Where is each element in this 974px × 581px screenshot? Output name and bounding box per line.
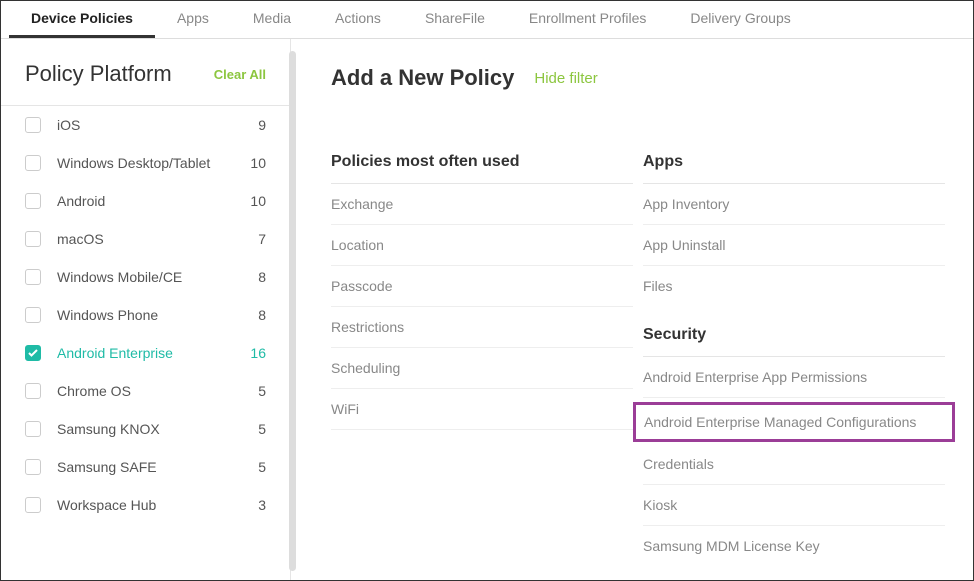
- checkbox-icon[interactable]: [25, 383, 41, 399]
- main-header: Add a New Policy Hide filter: [331, 65, 945, 91]
- tab-media[interactable]: Media: [231, 1, 313, 38]
- platform-label: Samsung KNOX: [57, 421, 242, 437]
- checkbox-icon[interactable]: [25, 117, 41, 133]
- platform-count: 8: [242, 307, 266, 323]
- policy-kiosk[interactable]: Kiosk: [643, 485, 945, 526]
- platform-count: 7: [242, 231, 266, 247]
- main-panel: Add a New Policy Hide filter Policies mo…: [291, 39, 973, 580]
- platform-label: iOS: [57, 117, 242, 133]
- platform-workspace-hub[interactable]: Workspace Hub 3: [1, 486, 290, 524]
- platform-count: 9: [242, 117, 266, 133]
- platform-count: 8: [242, 269, 266, 285]
- platform-count: 10: [242, 193, 266, 209]
- policy-ae-app-permissions[interactable]: Android Enterprise App Permissions: [643, 357, 945, 398]
- platform-count: 5: [242, 383, 266, 399]
- platform-samsung-safe[interactable]: Samsung SAFE 5: [1, 448, 290, 486]
- policy-exchange[interactable]: Exchange: [331, 184, 633, 225]
- hide-filter-link[interactable]: Hide filter: [534, 70, 597, 87]
- col-most-used: Policies most often used Exchange Locati…: [331, 153, 633, 566]
- platform-samsung-knox[interactable]: Samsung KNOX 5: [1, 410, 290, 448]
- platform-count: 5: [242, 421, 266, 437]
- policy-ae-managed-config[interactable]: Android Enterprise Managed Configuration…: [644, 414, 944, 430]
- platform-label: Windows Mobile/CE: [57, 269, 242, 285]
- highlight-box: Android Enterprise Managed Configuration…: [633, 402, 955, 442]
- policy-restrictions[interactable]: Restrictions: [331, 307, 633, 348]
- platform-windows-desktop[interactable]: Windows Desktop/Tablet 10: [1, 144, 290, 182]
- sidebar-header: Policy Platform Clear All: [1, 39, 290, 105]
- checkbox-icon[interactable]: [25, 421, 41, 437]
- platform-label: Android Enterprise: [57, 345, 242, 361]
- security-heading: Security: [643, 326, 945, 357]
- platform-count: 5: [242, 459, 266, 475]
- content-area: Policy Platform Clear All iOS 9 Windows …: [1, 39, 973, 580]
- platform-android[interactable]: Android 10: [1, 182, 290, 220]
- policy-columns: Policies most often used Exchange Locati…: [331, 153, 945, 566]
- tab-apps[interactable]: Apps: [155, 1, 231, 38]
- platform-label: Samsung SAFE: [57, 459, 242, 475]
- tab-sharefile[interactable]: ShareFile: [403, 1, 507, 38]
- sidebar: Policy Platform Clear All iOS 9 Windows …: [1, 39, 291, 580]
- tab-actions[interactable]: Actions: [313, 1, 403, 38]
- platform-label: Windows Desktop/Tablet: [57, 155, 242, 171]
- tab-device-policies[interactable]: Device Policies: [9, 1, 155, 38]
- checkbox-icon[interactable]: [25, 345, 41, 361]
- checkbox-icon[interactable]: [25, 155, 41, 171]
- platform-label: macOS: [57, 231, 242, 247]
- policy-app-inventory[interactable]: App Inventory: [643, 184, 945, 225]
- policy-scheduling[interactable]: Scheduling: [331, 348, 633, 389]
- checkbox-icon[interactable]: [25, 497, 41, 513]
- policy-credentials[interactable]: Credentials: [643, 444, 945, 485]
- policy-files[interactable]: Files: [643, 266, 945, 306]
- platform-label: Chrome OS: [57, 383, 242, 399]
- checkbox-icon[interactable]: [25, 459, 41, 475]
- platform-label: Android: [57, 193, 242, 209]
- tab-delivery-groups[interactable]: Delivery Groups: [668, 1, 812, 38]
- policy-passcode[interactable]: Passcode: [331, 266, 633, 307]
- platform-count: 16: [242, 345, 266, 361]
- platform-label: Windows Phone: [57, 307, 242, 323]
- platform-count: 10: [242, 155, 266, 171]
- policy-wifi[interactable]: WiFi: [331, 389, 633, 430]
- platform-ios[interactable]: iOS 9: [1, 106, 290, 144]
- top-tabs: Device Policies Apps Media Actions Share…: [1, 1, 973, 39]
- checkbox-icon[interactable]: [25, 193, 41, 209]
- platform-label: Workspace Hub: [57, 497, 242, 513]
- platform-chrome-os[interactable]: Chrome OS 5: [1, 372, 290, 410]
- platform-android-enterprise[interactable]: Android Enterprise 16: [1, 334, 290, 372]
- clear-all-link[interactable]: Clear All: [214, 67, 266, 82]
- platform-macos[interactable]: macOS 7: [1, 220, 290, 258]
- apps-heading: Apps: [643, 153, 945, 184]
- tab-enrollment-profiles[interactable]: Enrollment Profiles: [507, 1, 669, 38]
- policy-samsung-mdm[interactable]: Samsung MDM License Key: [643, 526, 945, 566]
- policy-location[interactable]: Location: [331, 225, 633, 266]
- page-title: Add a New Policy: [331, 65, 514, 91]
- col-right: Apps App Inventory App Uninstall Files S…: [643, 153, 945, 566]
- policy-app-uninstall[interactable]: App Uninstall: [643, 225, 945, 266]
- platform-windows-phone[interactable]: Windows Phone 8: [1, 296, 290, 334]
- checkbox-icon[interactable]: [25, 231, 41, 247]
- platform-count: 3: [242, 497, 266, 513]
- most-used-heading: Policies most often used: [331, 153, 633, 184]
- sidebar-title: Policy Platform: [25, 61, 172, 87]
- platform-list: iOS 9 Windows Desktop/Tablet 10 Android …: [1, 106, 290, 580]
- checkbox-icon[interactable]: [25, 307, 41, 323]
- platform-windows-mobile[interactable]: Windows Mobile/CE 8: [1, 258, 290, 296]
- checkbox-icon[interactable]: [25, 269, 41, 285]
